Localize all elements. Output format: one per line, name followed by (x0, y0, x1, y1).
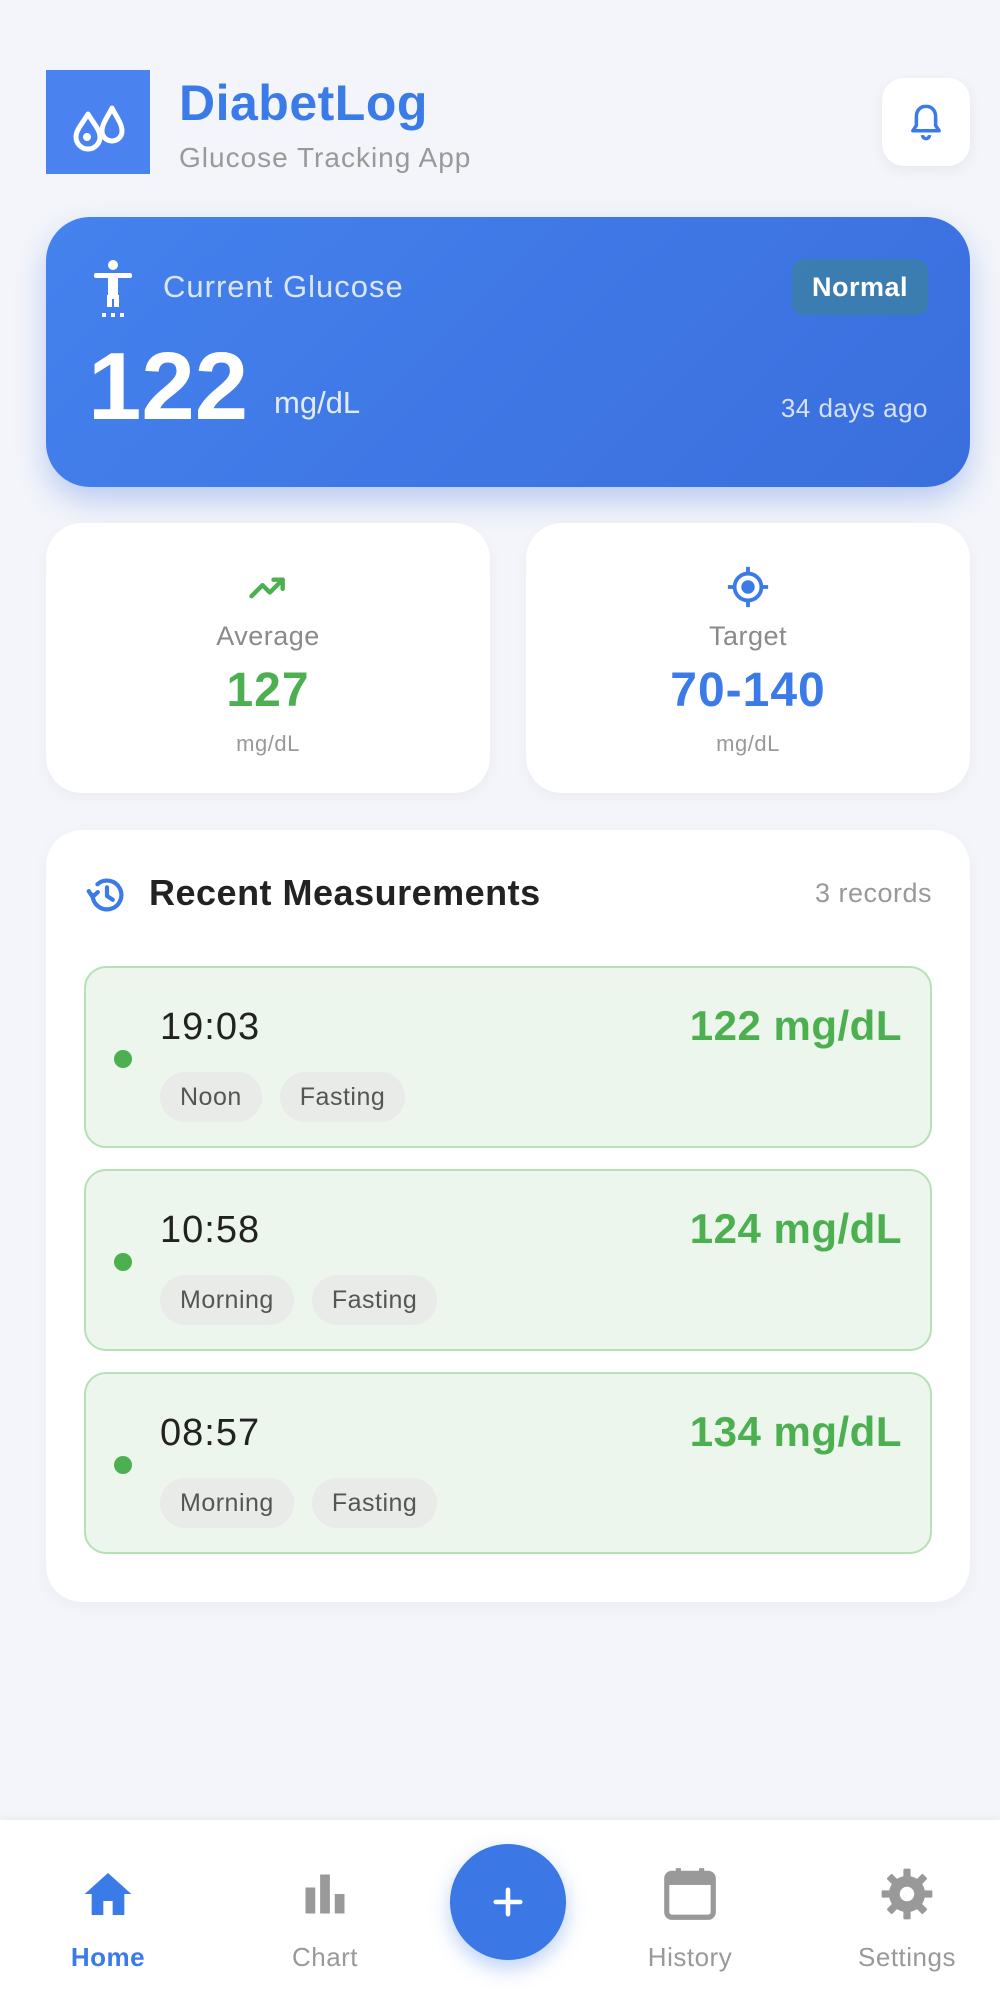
meal-state-tag: Fasting (279, 1072, 406, 1122)
measurement-value: 124 mg/dL (689, 1205, 902, 1252)
water-drops-icon (73, 105, 125, 152)
average-label: Average (216, 621, 320, 651)
measurement-tags: Morning Fasting (160, 1275, 438, 1325)
nav-item-home[interactable]: Home (18, 1860, 198, 1973)
target-unit: mg/dL (716, 731, 780, 756)
measurement-time: 08:57 (160, 1412, 261, 1454)
bell-icon (911, 104, 941, 141)
measurement-item[interactable]: 08:57 134 mg/dL Morning Fasting (84, 1372, 932, 1554)
average-stat-card[interactable]: Average 127 mg/dL (46, 523, 490, 793)
current-glucose-card[interactable]: Current Glucose Normal 122 mg/dL 34 days… (46, 217, 970, 487)
gear-icon (817, 1860, 997, 1928)
time-of-day-tag: Morning (160, 1478, 294, 1528)
measurement-tags: Noon Fasting (160, 1072, 406, 1122)
current-glucose-unit: mg/dL (274, 385, 361, 420)
nav-item-history[interactable]: History (600, 1860, 780, 1973)
app-logo (46, 70, 150, 174)
recent-measurements-card: Recent Measurements 3 records 19:03 122 … (46, 830, 970, 1602)
current-glucose-label: Current Glucose (163, 269, 404, 304)
measurement-time: 10:58 (160, 1209, 261, 1251)
home-icon (18, 1860, 198, 1928)
current-glucose-value: 122 (88, 333, 249, 440)
records-count: 3 records (814, 878, 932, 908)
notification-button[interactable] (882, 78, 970, 166)
average-unit: mg/dL (236, 731, 300, 756)
nav-label-history: History (647, 1942, 733, 1972)
target-value: 70-140 (670, 664, 826, 717)
accessibility-icon (90, 259, 136, 326)
target-label: Target (708, 621, 788, 651)
status-dot (114, 1456, 132, 1474)
measurement-time: 19:03 (160, 1006, 261, 1048)
nav-label-settings: Settings (858, 1942, 956, 1972)
recent-measurements-title: Recent Measurements (149, 872, 541, 913)
status-dot (114, 1253, 132, 1271)
status-dot (114, 1050, 132, 1068)
nav-label-home: Home (70, 1942, 146, 1972)
status-badge: Normal (791, 259, 928, 315)
add-measurement-button[interactable] (450, 1844, 566, 1960)
measurement-item[interactable]: 19:03 122 mg/dL Noon Fasting (84, 966, 932, 1148)
measurement-tags: Morning Fasting (160, 1478, 438, 1528)
meal-state-tag: Fasting (311, 1275, 438, 1325)
app-screen: DiabetLog Glucose Tracking App Current G… (0, 0, 1000, 2005)
app-header: DiabetLog Glucose Tracking App (46, 70, 970, 174)
bar-chart-icon (235, 1860, 415, 1928)
trending-up-icon (46, 559, 490, 615)
time-of-day-tag: Noon (160, 1072, 262, 1122)
plus-icon (493, 1887, 523, 1917)
nav-item-chart[interactable]: Chart (235, 1860, 415, 1973)
average-value: 127 (226, 664, 310, 717)
measurement-item[interactable]: 10:58 124 mg/dL Morning Fasting (84, 1169, 932, 1351)
measurement-value: 122 mg/dL (689, 1002, 902, 1049)
app-title: DiabetLog (179, 75, 428, 131)
last-reading-time: 34 days ago (780, 393, 928, 423)
app-subtitle: Glucose Tracking App (179, 142, 472, 173)
measurement-value: 134 mg/dL (689, 1408, 902, 1455)
nav-item-settings[interactable]: Settings (817, 1860, 997, 1973)
bottom-navigation: Home Chart History Settings (0, 1820, 1000, 2005)
target-stat-card[interactable]: Target 70-140 mg/dL (526, 523, 970, 793)
meal-state-tag: Fasting (311, 1478, 438, 1528)
time-of-day-tag: Morning (160, 1275, 294, 1325)
nav-label-chart: Chart (291, 1942, 359, 1972)
history-icon (84, 872, 130, 923)
calendar-icon (600, 1860, 780, 1928)
target-icon (526, 559, 970, 615)
